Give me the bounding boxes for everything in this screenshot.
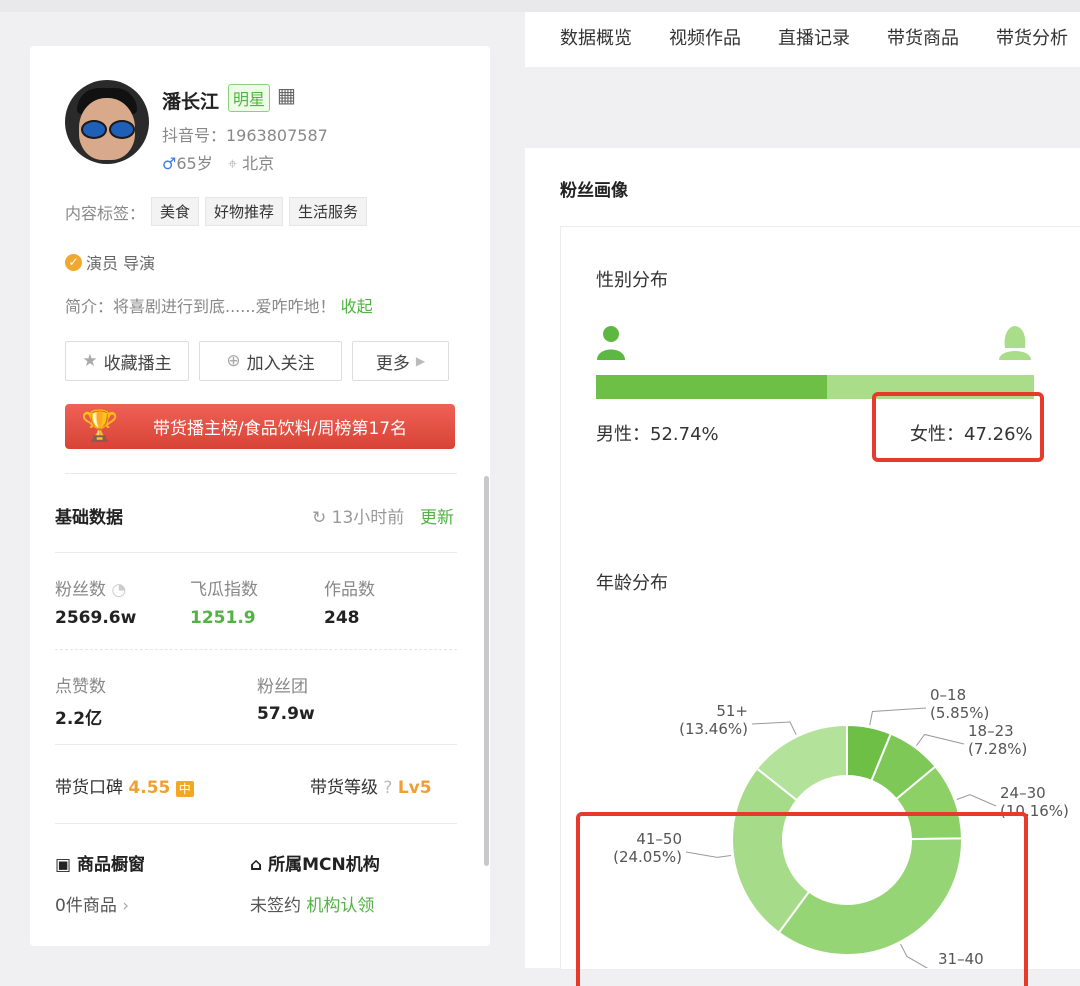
reputation: 带货口碑 4.55 中 — [55, 773, 194, 798]
tab-products[interactable]: 带货商品 — [887, 24, 959, 50]
male-user-icon — [597, 326, 625, 360]
rank-banner[interactable]: 🏆 带货播主榜/食品饮料/周榜第17名 — [65, 404, 455, 449]
age-label: 51+ — [716, 702, 748, 720]
avatar[interactable] — [65, 80, 149, 164]
profile-meta: ♂65岁 ⌖ 北京 — [162, 150, 274, 174]
age: 65岁 — [176, 154, 213, 173]
update-time: ↻ 13小时前 — [312, 508, 405, 528]
leader-line — [869, 707, 927, 726]
tab-analysis[interactable]: 带货分析 — [996, 24, 1068, 50]
reputation-value: 4.55 — [128, 778, 171, 798]
claim-link[interactable]: 机构认领 — [306, 896, 374, 916]
divider — [55, 552, 457, 553]
rank-text: 带货播主榜/食品饮料/周榜第17名 — [153, 419, 408, 439]
leader-line — [956, 794, 997, 807]
top-strip — [0, 0, 1080, 12]
profile-panel: 潘长江 明星 ▦ 抖音号：1963807587 ♂65岁 ⌖ 北京 内容标签： … — [30, 46, 490, 946]
age-percent-label: (13.46%) — [679, 720, 748, 738]
highlight-box — [576, 812, 1028, 986]
bar-male — [596, 375, 828, 399]
leader-line — [751, 721, 797, 735]
age-label: 24–30 — [1000, 784, 1046, 802]
index-value: 1251.9 — [190, 608, 256, 628]
collapse-link[interactable]: 收起 — [341, 297, 373, 316]
tab-overview[interactable]: 数据概览 — [560, 24, 632, 50]
divider — [55, 649, 457, 650]
gender-title: 性别分布 — [596, 270, 668, 291]
content-tags: 内容标签： 美食 好物推荐 生活服务 — [65, 197, 368, 226]
works-label: 作品数 — [324, 580, 375, 600]
reputation-badge: 中 — [175, 781, 194, 797]
sales-level: 带货等级 ? Lv5 — [310, 778, 432, 798]
douyin-id: 抖音号：1963807587 — [162, 126, 328, 145]
fans-portrait-title: 粉丝画像 — [560, 181, 628, 201]
fanclub-label: 粉丝团 — [257, 677, 308, 697]
level-value: Lv5 — [397, 778, 432, 798]
basic-data-title: 基础数据 — [55, 508, 123, 528]
divider — [55, 744, 457, 745]
institution-icon: ⌂ — [250, 855, 263, 875]
fans-label: 粉丝数 ◔ — [55, 580, 127, 600]
action-buttons: ★ 收藏播主 ⊕ 加入关注 更多 ▶ — [65, 341, 449, 381]
verification: ✓ 演员 导演 — [65, 250, 155, 274]
works-value: 248 — [324, 608, 360, 628]
female-user-icon — [999, 326, 1031, 360]
follow-button[interactable]: ⊕ 加入关注 — [199, 341, 342, 381]
pie-chart-icon[interactable]: ◔ — [111, 580, 126, 600]
divider — [55, 823, 457, 824]
age-percent-label: (7.28%) — [968, 740, 1027, 758]
age-label: 0–18 — [930, 686, 966, 704]
age-title: 年龄分布 — [596, 573, 668, 594]
fanclub-value: 57.9w — [257, 704, 315, 724]
shop-title: ▣ 商品橱窗 — [55, 855, 145, 875]
tab-live[interactable]: 直播记录 — [778, 24, 850, 50]
shop-link[interactable]: 0件商品 › — [55, 891, 129, 916]
male-icon: ♂ — [162, 154, 177, 173]
tag-item[interactable]: 生活服务 — [289, 197, 368, 226]
tag-item[interactable]: 美食 — [151, 197, 200, 226]
divider — [65, 473, 457, 474]
male-label: 男性：52.74% — [596, 424, 719, 445]
help-icon[interactable]: ? — [383, 778, 392, 798]
profile-name: 潘长江 — [162, 91, 220, 113]
refresh-icon: ↻ — [312, 508, 327, 528]
likes-label: 点赞数 — [55, 677, 106, 697]
highlight-box — [872, 392, 1044, 462]
tag-item[interactable]: 好物推荐 — [205, 197, 284, 226]
tab-videos[interactable]: 视频作品 — [669, 24, 741, 50]
plus-circle-icon: ⊕ — [226, 351, 241, 371]
intro: 简介：将喜剧进行到底......爱咋咋地！ 收起 — [65, 293, 373, 317]
celebrity-badge: 明星 — [228, 84, 271, 112]
caret-right-icon: ▶ — [415, 354, 426, 368]
intro-text: 简介：将喜剧进行到底......爱咋咋地！ — [65, 297, 336, 316]
store-icon: ▣ — [55, 855, 72, 875]
qrcode-icon[interactable]: ▦ — [277, 85, 297, 105]
location-pin-icon: ⌖ — [227, 154, 237, 173]
tags-label: 内容标签： — [65, 203, 146, 223]
likes-value: 2.2亿 — [55, 709, 103, 729]
more-button[interactable]: 更多 ▶ — [352, 341, 449, 381]
mcn-info: 未签约 机构认领 — [250, 896, 375, 916]
age-label: 18–23 — [968, 722, 1014, 740]
mcn-title: ⌂ 所属MCN机构 — [250, 855, 380, 875]
verified-check-icon: ✓ — [65, 253, 82, 271]
leader-line — [915, 733, 965, 747]
location: 北京 — [242, 154, 275, 173]
update-link[interactable]: 更新 — [420, 503, 454, 528]
favorite-button[interactable]: ★ 收藏播主 — [65, 341, 189, 381]
nav-tabs: 数据概览 视频作品 直播记录 带货商品 带货分析 — [525, 12, 1080, 67]
trophy-icon: 🏆 — [81, 408, 119, 444]
age-percent-label: (5.85%) — [930, 704, 989, 722]
star-icon: ★ — [82, 351, 98, 371]
scrollbar[interactable] — [484, 476, 489, 866]
index-label: 飞瓜指数 — [190, 580, 258, 600]
fans-value: 2569.6w — [55, 608, 137, 628]
chevron-right-icon: › — [122, 896, 130, 916]
verified-text: 演员 导演 — [86, 254, 156, 273]
